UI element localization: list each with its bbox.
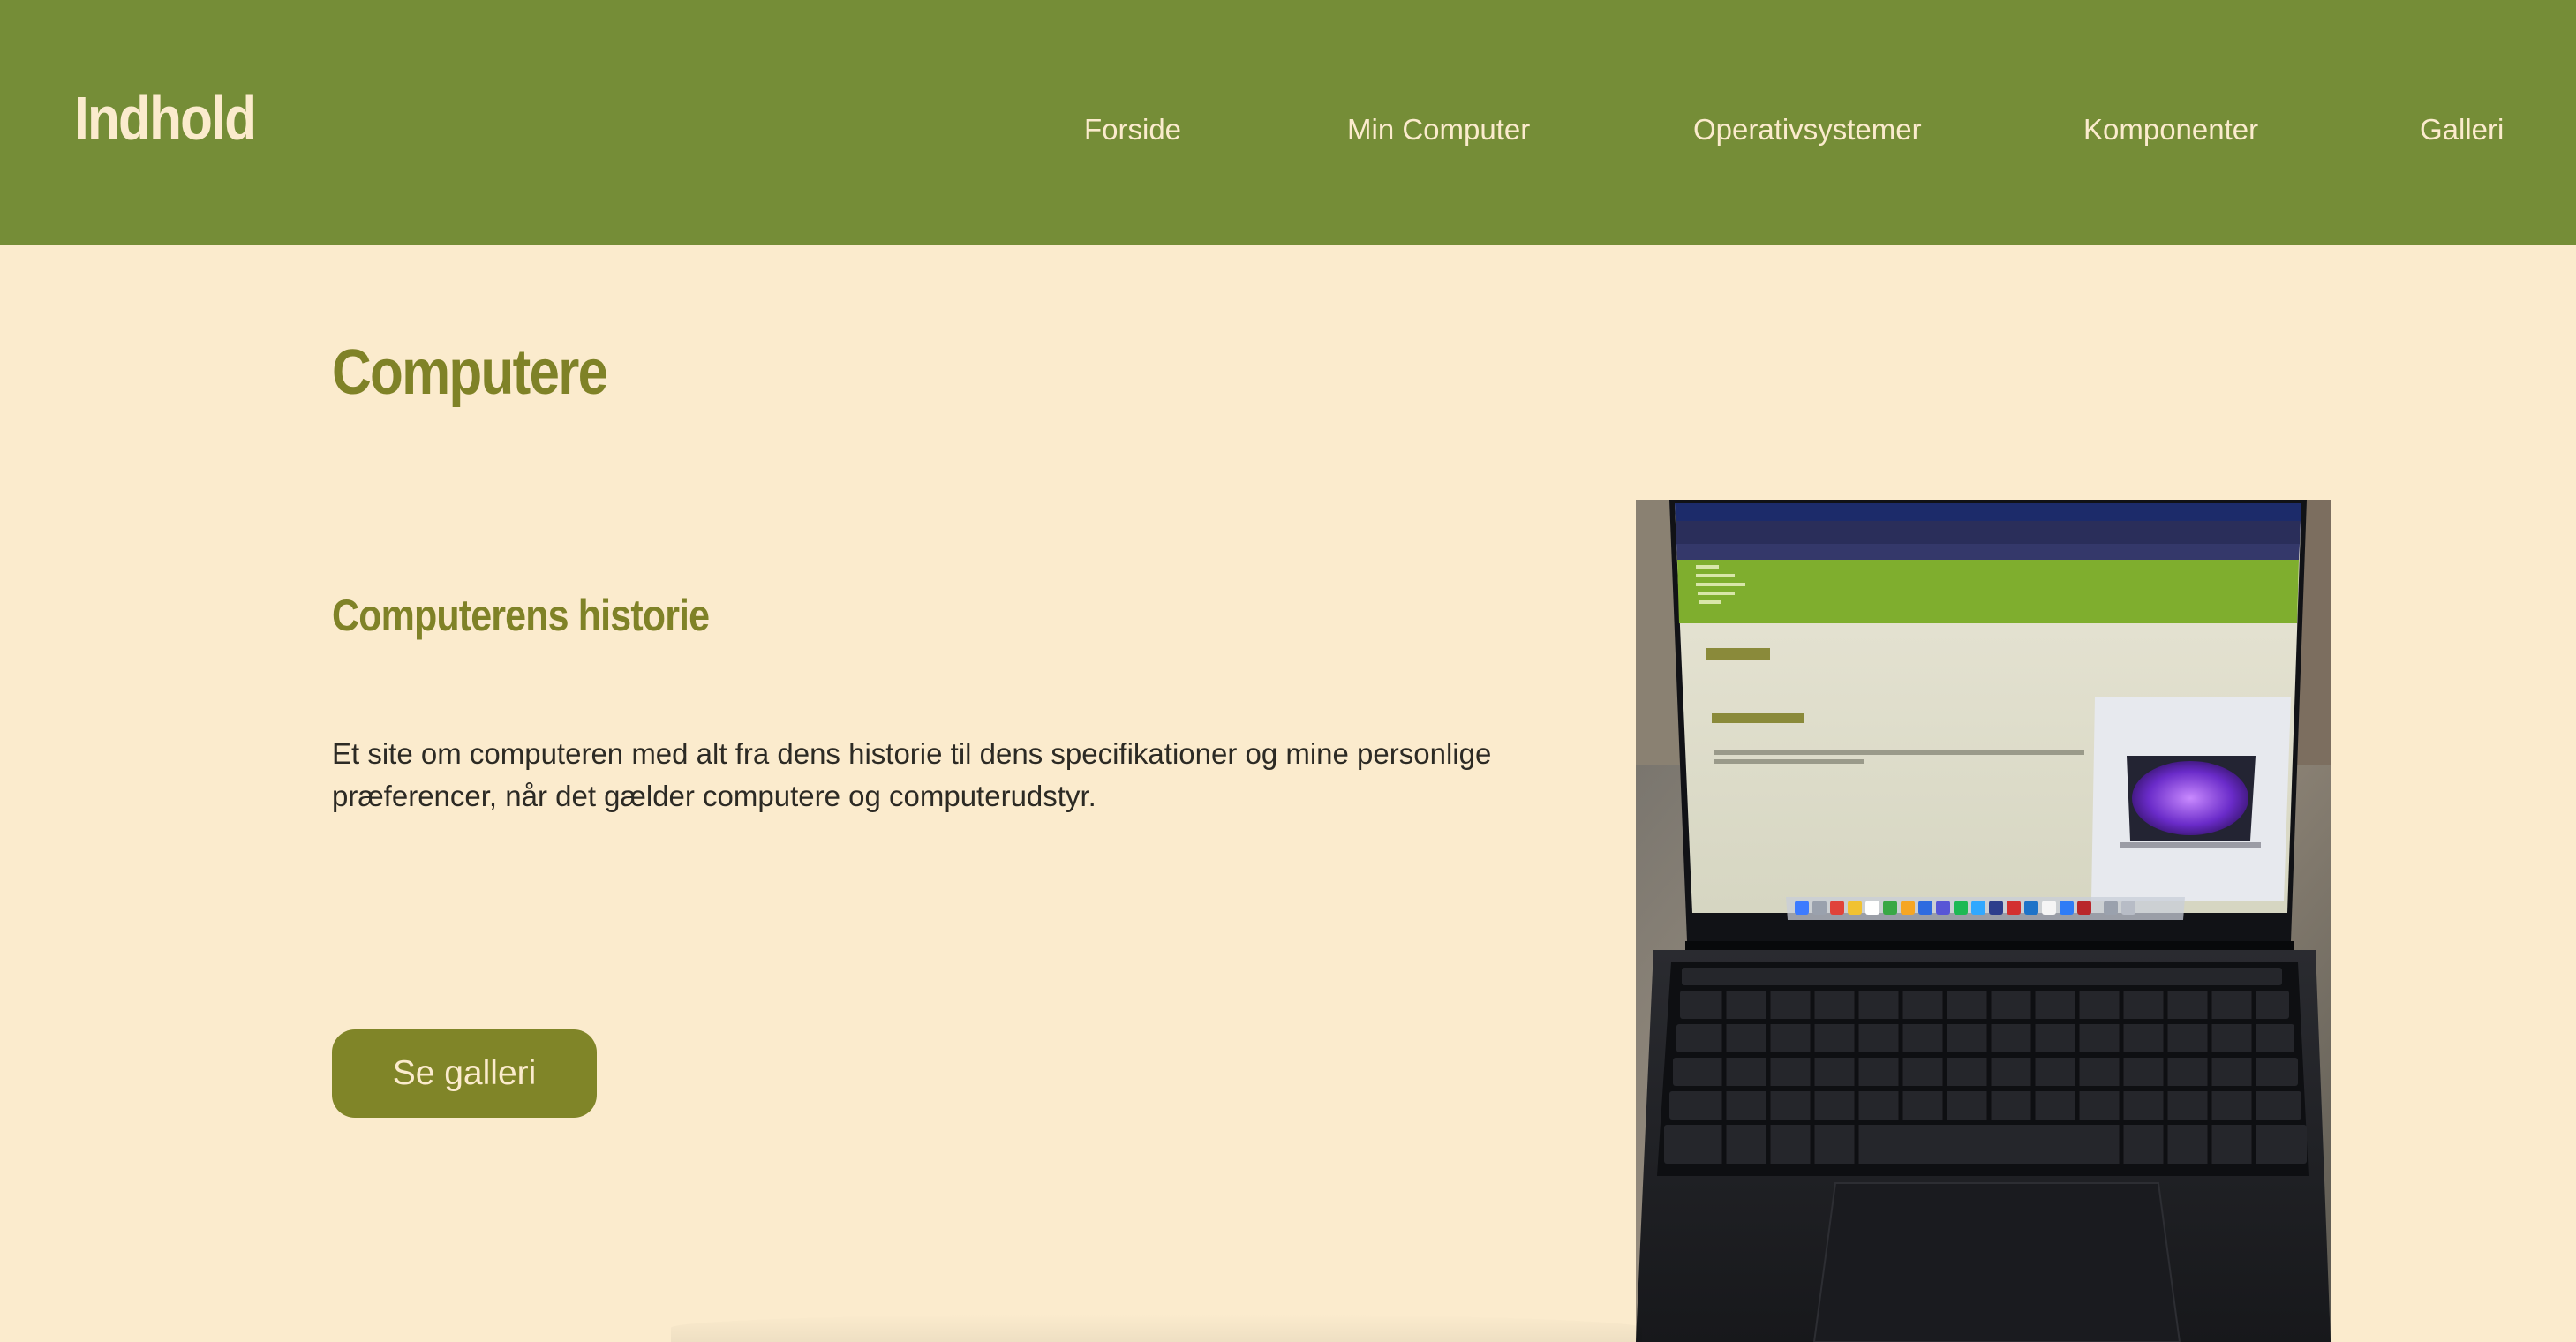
nav-link-galleri[interactable]: Galleri <box>2420 106 2504 154</box>
nav-link-operativsystemer[interactable]: Operativsystemer <box>1693 106 1922 154</box>
nav-link-min-computer[interactable]: Min Computer <box>1347 106 1530 154</box>
main-nav: Forside Min Computer Operativsystemer Ko… <box>0 106 2576 154</box>
page-bottom-shadow <box>671 1314 1642 1342</box>
site-header: Indhold Forside Min Computer Operativsys… <box>0 0 2576 245</box>
laptop-photo <box>1636 500 2331 1342</box>
intro-paragraph: Et site om computeren med alt fra dens h… <box>332 737 1492 812</box>
see-gallery-button[interactable]: Se galleri <box>332 1029 597 1118</box>
nav-link-komponenter[interactable]: Komponenter <box>2083 106 2258 154</box>
nav-link-forside[interactable]: Forside <box>1084 106 1181 154</box>
section-heading: Computerens historie <box>332 591 710 640</box>
page-title: Computere <box>332 337 608 408</box>
